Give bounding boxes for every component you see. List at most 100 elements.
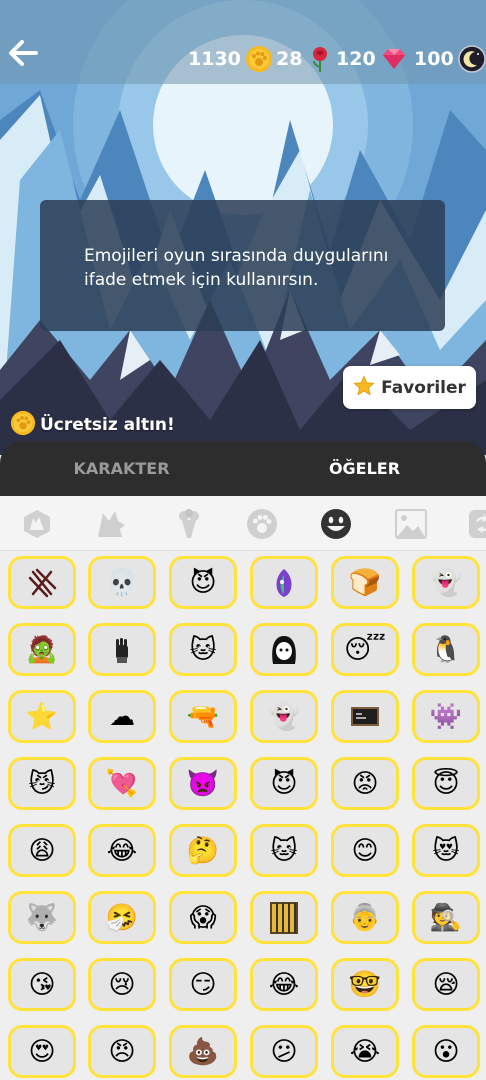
emoji-tile-devil-bat[interactable]: 👿 [169, 757, 237, 810]
bread-character-icon: 🍞 [348, 567, 382, 598]
cat-pig-character-icon: 🐱 [189, 634, 217, 665]
smirk-face-icon: 😏 [189, 969, 217, 1000]
emoji-tile-white-cloud[interactable]: ☁ [88, 690, 156, 743]
emoji-tile-purple-flame-face[interactable]: 😈 [169, 556, 237, 609]
gem-counter[interactable]: 120 [336, 43, 408, 75]
devil-bat-icon: 👿 [186, 768, 220, 799]
rose-bouquet-icon[interactable] [172, 507, 206, 541]
emoji-tile-angry-face[interactable]: 😠 [88, 1025, 156, 1078]
emoji-tile-surprised-face[interactable]: 😮 [412, 1025, 480, 1078]
emoji-tile-confused-face[interactable]: 😕 [250, 1025, 318, 1078]
moon-value: 100 [414, 48, 454, 70]
emoji-tile-tired-face[interactable]: 😩 [8, 824, 76, 877]
emoji-tile-cyan-ghost[interactable]: 👻 [412, 556, 480, 609]
glasses-face-icon: 🤓 [348, 969, 382, 1000]
emoji-tile-cat-pig-character[interactable]: 🐱 [169, 623, 237, 676]
zombie-character-icon: 🧟 [25, 634, 59, 665]
emoji-grid: 💀 😈 🍞 👻 🧟 🐱 😴 🐧 ⭐ ☁ 🔫 👻 👾 😼 💘 👿 😈 😡 😇 😩 😂 🤔 🐱 😊 😻 🐺 🤧 😱 👵 🕵 😘 😢 😏 😂 🤓 😪 😍 😠 💩 😕… [0, 551, 486, 1080]
gem-icon [380, 45, 408, 73]
sneezing-face-icon: 🤧 [105, 902, 139, 933]
rose-value: 28 [276, 48, 303, 70]
wolf-head-icon[interactable] [94, 507, 128, 541]
paw-icon[interactable] [245, 507, 279, 541]
laughing-tears-icon: 😂 [268, 969, 300, 1000]
emoji-tile-angel-face[interactable]: 😇 [412, 757, 480, 810]
info-panel: Emojileri oyun sırasında duygularını ifa… [40, 200, 445, 331]
exchange-icon[interactable] [466, 507, 486, 541]
cat-face-icon: 🐱 [270, 835, 298, 866]
emoji-tile-scratch-marks[interactable] [8, 556, 76, 609]
emoji-tile-laughing-tears[interactable]: 😂 [250, 958, 318, 1011]
emoji-tile-sobbing-face[interactable]: 😭 [331, 1025, 399, 1078]
scared-face-icon: 😱 [189, 902, 217, 933]
emoji-tile-blushing-face[interactable]: 😊 [331, 824, 399, 877]
emoji-tile-sleepy-pig[interactable]: 😴 [331, 623, 399, 676]
emoji-tile-jail-bars[interactable] [250, 891, 318, 944]
emoji-tile-sneezing-face[interactable]: 🤧 [88, 891, 156, 944]
emoji-tile-purple-cat[interactable]: 😼 [8, 757, 76, 810]
emoji-tile-kiss-face[interactable]: 😘 [8, 958, 76, 1011]
emoji-tile-crying-laugh[interactable]: 😂 [88, 824, 156, 877]
emoji-tile-sleepy-face[interactable]: 😪 [412, 958, 480, 1011]
angry-fire-face-icon: 😡 [351, 768, 379, 799]
devil-face-icon: 😈 [270, 768, 298, 799]
emoji-tile-purple-monster[interactable]: 👾 [412, 690, 480, 743]
free-gold-link[interactable]: Ücretsiz altın! [10, 410, 175, 439]
emoji-tile-cat-face[interactable]: 🐱 [250, 824, 318, 877]
rose-counter[interactable]: 28 [276, 43, 334, 75]
sleepy-face-icon: 😪 [432, 969, 460, 1000]
emoji-tile-devil-face[interactable]: 😈 [250, 757, 318, 810]
smiley-icon[interactable] [319, 507, 353, 541]
emoji-tile-grandma-face[interactable]: 👵 [331, 891, 399, 944]
emoji-tile-meow-face[interactable]: 😻 [412, 824, 480, 877]
gold-counter[interactable]: 1130 [188, 43, 273, 75]
category-bar [0, 496, 486, 551]
white-ghost-icon: 👻 [267, 701, 301, 732]
emoji-tile-glasses-face[interactable]: 🤓 [331, 958, 399, 1011]
confused-face-icon: 😕 [270, 1036, 298, 1067]
skull-character-icon: 💀 [105, 567, 139, 598]
kiss-face-icon: 😘 [28, 969, 56, 1000]
emoji-tile-gun-character[interactable]: 🔫 [169, 690, 237, 743]
emoji-tile-skull-character[interactable]: 💀 [88, 556, 156, 609]
moon-counter[interactable]: 100 [414, 43, 486, 75]
purple-flame-face-icon: 😈 [189, 567, 217, 598]
back-arrow-icon[interactable] [6, 36, 40, 70]
blushing-face-icon: 😊 [351, 835, 379, 866]
emoji-tile-smirk-face[interactable]: 😏 [169, 958, 237, 1011]
tab-ogeler[interactable]: ÖĞELER [243, 441, 486, 496]
white-cloud-icon: ☁ [109, 701, 135, 732]
emoji-tile-purple-dragon[interactable] [250, 556, 318, 609]
moon-token-icon [457, 45, 486, 73]
tab-karakter[interactable]: KARAKTER [0, 441, 243, 496]
emoji-tile-werewolf[interactable]: 🐺 [8, 891, 76, 944]
emoji-tile-thinking-face[interactable]: 🤔 [169, 824, 237, 877]
emoji-tile-crying-face[interactable]: 😢 [88, 958, 156, 1011]
emoji-tile-poop[interactable]: 💩 [169, 1025, 237, 1078]
gold-value: 1130 [188, 48, 241, 70]
landscape-icon[interactable] [394, 507, 428, 541]
emoji-tile-black-glove[interactable] [88, 623, 156, 676]
purple-cat-icon: 😼 [28, 768, 56, 799]
favorites-button[interactable]: Favoriler [343, 366, 476, 409]
emoji-tile-zombie-character[interactable]: 🧟 [8, 623, 76, 676]
emoji-tile-hooded-figure[interactable] [250, 623, 318, 676]
emoji-tile-angry-fire-face[interactable]: 😡 [331, 757, 399, 810]
emoji-tile-detective-face[interactable]: 🕵 [412, 891, 480, 944]
emoji-tile-white-ghost[interactable]: 👻 [250, 690, 318, 743]
sleepy-pig-icon: 😴 [344, 634, 386, 665]
emoji-tile-chalkboard[interactable] [331, 690, 399, 743]
emoji-tile-penguin[interactable]: 🐧 [412, 623, 480, 676]
emoji-tile-heart-eyes[interactable]: 😍 [8, 1025, 76, 1078]
paw-coin-icon [245, 45, 273, 73]
grandma-face-icon: 👵 [348, 902, 382, 933]
hero-banner: 1130 28 120 100 Emojileri oyun sırasında… [0, 0, 486, 455]
emoji-tile-scared-face[interactable]: 😱 [169, 891, 237, 944]
emoji-tile-bread-character[interactable]: 🍞 [331, 556, 399, 609]
emoji-tile-star-badge[interactable]: ⭐ [8, 690, 76, 743]
crying-face-icon: 😢 [108, 969, 136, 1000]
wolf-badge-icon[interactable] [20, 507, 54, 541]
emoji-tile-winged-heart[interactable]: 💘 [88, 757, 156, 810]
hooded-figure-icon [267, 633, 301, 667]
black-glove-icon [105, 633, 139, 667]
